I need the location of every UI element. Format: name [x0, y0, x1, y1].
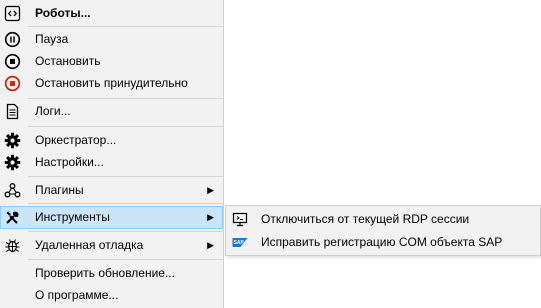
plugin-nodes-icon	[4, 182, 21, 199]
menu-item-about[interactable]: О программе...	[0, 284, 223, 307]
context-menu: Роботы... Пауза Остановить Остановить пр…	[0, 0, 224, 308]
menu-item-label: Инструменты	[35, 210, 110, 224]
menu-item-label: Пауза	[35, 32, 69, 46]
menu-separator	[28, 259, 223, 260]
force-stop-icon	[4, 75, 21, 92]
menu-item-stop[interactable]: Остановить	[0, 50, 223, 73]
stop-circle-icon	[4, 53, 21, 70]
menu-item-robots[interactable]: Роботы...	[0, 2, 223, 25]
pause-circle-icon	[4, 31, 21, 48]
menu-item-label: Оркестратор...	[35, 133, 117, 147]
document-icon	[4, 103, 21, 120]
monitor-disconnect-icon	[232, 212, 248, 227]
menu-item-label: Настройки...	[35, 155, 104, 169]
chevron-right-icon: ▶	[207, 240, 214, 250]
tools-icon	[4, 209, 21, 226]
menu-item-label: Остановить принудительно	[35, 76, 188, 90]
menu-item-label: О программе...	[35, 288, 119, 302]
menu-separator	[28, 231, 223, 232]
menu-item-label: Удаленная отладка	[35, 238, 144, 252]
submenu-item-label: Отключиться от текущей RDP сессии	[261, 212, 470, 226]
code-box-icon	[4, 5, 21, 22]
menu-item-label: Остановить	[35, 54, 101, 68]
submenu-item-label: Исправить регистрацию COM объекта SAP	[261, 235, 503, 249]
menu-item-pause[interactable]: Пауза	[0, 28, 223, 51]
submenu-item-rdp-disconnect[interactable]: Отключиться от текущей RDP сессии	[226, 208, 540, 231]
menu-item-plugins[interactable]: Плагины ▶	[0, 179, 223, 202]
menu-separator	[28, 98, 223, 99]
menu-separator	[28, 203, 223, 204]
menu-item-tools[interactable]: Инструменты ▶	[0, 206, 223, 229]
gear-icon	[4, 154, 21, 171]
gear-icon	[4, 132, 21, 149]
menu-item-label: Роботы...	[35, 6, 91, 20]
sap-logo-icon: SAP	[232, 235, 248, 250]
menu-item-label: Плагины	[35, 183, 84, 197]
menu-item-force-stop[interactable]: Остановить принудительно	[0, 72, 223, 95]
menu-separator	[28, 126, 223, 127]
tools-submenu: Отключиться от текущей RDP сессии SAP Ис…	[225, 205, 541, 256]
menu-item-label: Логи...	[35, 104, 71, 118]
submenu-item-fix-sap-com[interactable]: SAP Исправить регистрацию COM объекта SA…	[226, 231, 540, 254]
menu-item-check-update[interactable]: Проверить обновление...	[0, 262, 223, 285]
menu-item-settings[interactable]: Настройки...	[0, 151, 223, 174]
menu-item-remote-debug[interactable]: Удаленная отладка ▶	[0, 234, 223, 257]
chevron-right-icon: ▶	[207, 212, 214, 222]
menu-separator	[28, 26, 223, 27]
menu-item-logs[interactable]: Логи...	[0, 100, 223, 123]
svg-text:SAP: SAP	[234, 240, 245, 246]
chevron-right-icon: ▶	[207, 185, 214, 195]
menu-separator	[28, 176, 223, 177]
bug-icon	[4, 237, 21, 254]
menu-item-label: Проверить обновление...	[35, 266, 175, 280]
menu-item-orchestrator[interactable]: Оркестратор...	[0, 129, 223, 152]
